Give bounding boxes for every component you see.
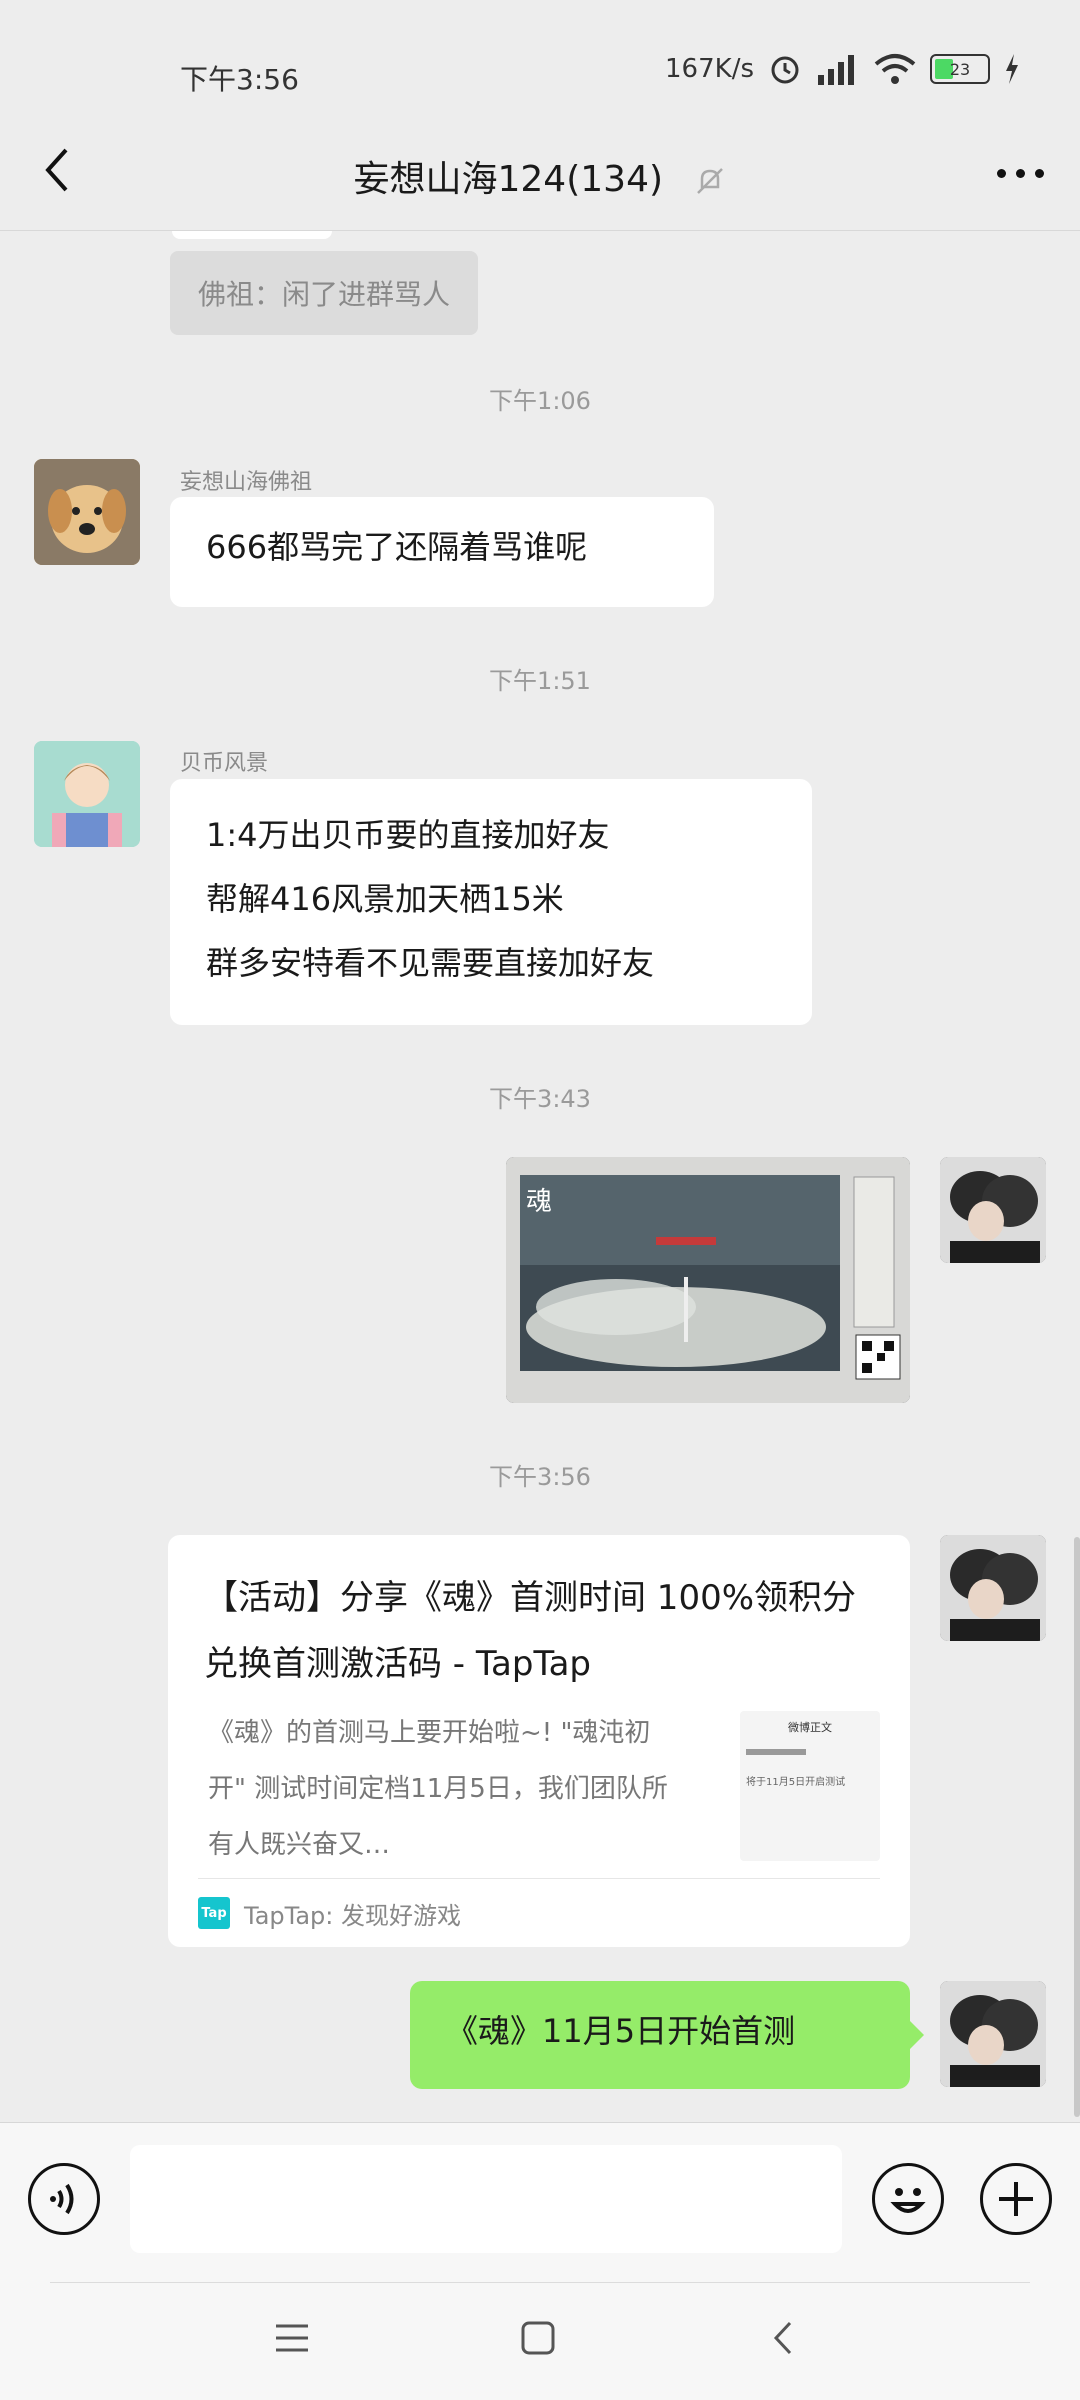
- message-timestamp: 下午1:51: [489, 667, 591, 695]
- status-icons: 167K/s 23: [665, 52, 1020, 86]
- self-avatar-image: [940, 1157, 1046, 1263]
- partial-bubble: [172, 231, 332, 239]
- smiley-icon: [890, 2188, 926, 2213]
- scrollbar[interactable]: [1074, 1537, 1080, 2117]
- wifi-icon: [874, 54, 916, 84]
- avatar-anime-boy[interactable]: [34, 741, 140, 847]
- link-card-source: Tap TapTap: 发现好游戏: [198, 1878, 880, 1947]
- input-bar: [0, 2122, 1080, 2283]
- message-text-line: 帮解416风景加天栖15米: [206, 880, 564, 918]
- system-message: 佛祖：闲了进群骂人: [170, 251, 479, 335]
- anime-avatar-image: [34, 741, 140, 847]
- message-text: 666都骂完了还隔着骂谁呢: [206, 528, 588, 566]
- menu-icon[interactable]: [272, 2318, 312, 2358]
- message-bubble[interactable]: 666都骂完了还隔着骂谁呢: [170, 497, 714, 607]
- sender-name: 贝币风景: [180, 751, 269, 776]
- message-text: 《魂》11月5日开始首测: [446, 2012, 796, 2050]
- back-nav-icon[interactable]: [764, 2318, 804, 2358]
- battery-level: 23: [949, 59, 971, 79]
- signal-icon: [818, 55, 854, 85]
- shared-image[interactable]: 魂: [506, 1157, 910, 1403]
- more-features-button[interactable]: [980, 2163, 1052, 2235]
- game-screenshot-image: [506, 1157, 910, 1403]
- link-card[interactable]: 【活动】分享《魂》首测时间 100%领积分兑换首测激活码 - TapTap 《魂…: [168, 1535, 910, 1947]
- link-card-source-text: TapTap: 发现好游戏: [244, 1901, 461, 1930]
- taptap-logo-icon: Tap: [198, 1897, 230, 1929]
- charging-icon: [1006, 54, 1018, 84]
- link-card-description: 《魂》的首测马上要开始啦~! "魂沌初开" 测试时间定档11月5日，我们团队所有…: [208, 1718, 668, 1860]
- battery-icon: 23: [930, 54, 990, 84]
- message-text-line: 群多安特看不见需要直接加好友: [206, 944, 655, 982]
- dog-avatar-image: [34, 459, 140, 565]
- bubble-tail: [910, 2021, 924, 2049]
- chat-header: 妄想山海124(134): [0, 120, 1080, 231]
- message-timestamp: 下午1:06: [489, 387, 591, 415]
- network-speed: 167K/s: [665, 54, 754, 84]
- voice-button[interactable]: [28, 2163, 100, 2235]
- voice-icon: [50, 2183, 74, 2215]
- more-options-button[interactable]: [990, 158, 1050, 188]
- chat-messages[interactable]: 佛祖：闲了进群骂人 下午1:06 妄想山海佛祖 666都骂完了还隔着骂谁呢 下午…: [0, 231, 1080, 2121]
- thumbnail-line: [746, 1749, 806, 1755]
- message-timestamp: 下午3:56: [489, 1463, 591, 1491]
- avatar-self[interactable]: [940, 1981, 1046, 2087]
- emoji-button[interactable]: [872, 2163, 944, 2235]
- home-icon[interactable]: [518, 2318, 558, 2358]
- avatar-self[interactable]: [940, 1157, 1046, 1263]
- message-bubble-self[interactable]: 《魂》11月5日开始首测: [410, 1981, 910, 2089]
- avatar-dog[interactable]: [34, 459, 140, 565]
- link-card-thumbnail: 微博正文 将于11月5日开启测试: [740, 1711, 880, 1861]
- status-time: 下午3:56: [180, 63, 299, 96]
- alarm-icon: [771, 56, 799, 84]
- chat-title: 妄想山海124(134): [353, 159, 664, 200]
- thumbnail-text: 将于11月5日开启测试: [746, 1777, 846, 1788]
- message-input[interactable]: [130, 2145, 842, 2253]
- chat-title-wrap: 妄想山海124(134): [0, 150, 1080, 202]
- system-nav-bar: [0, 2282, 1080, 2400]
- mute-bell-icon: [697, 168, 724, 194]
- message-timestamp: 下午3:43: [489, 1085, 591, 1113]
- thumbnail-header: 微博正文: [788, 1721, 832, 1734]
- self-avatar-image: [940, 1981, 1046, 2087]
- plus-icon: [999, 2182, 1033, 2216]
- divider: [50, 2282, 1030, 2283]
- sender-name: 妄想山海佛祖: [180, 470, 313, 495]
- message-text-line: 1:4万出贝币要的直接加好友: [206, 816, 610, 854]
- avatar-self[interactable]: [940, 1535, 1046, 1641]
- image-game-logo: 魂: [526, 1187, 553, 1217]
- link-card-title: 【活动】分享《魂》首测时间 100%领积分兑换首测激活码 - TapTap: [204, 1578, 857, 1684]
- message-bubble[interactable]: 1:4万出贝币要的直接加好友 帮解416风景加天栖15米 群多安特看不见需要直接…: [170, 779, 812, 1025]
- self-avatar-image: [940, 1535, 1046, 1641]
